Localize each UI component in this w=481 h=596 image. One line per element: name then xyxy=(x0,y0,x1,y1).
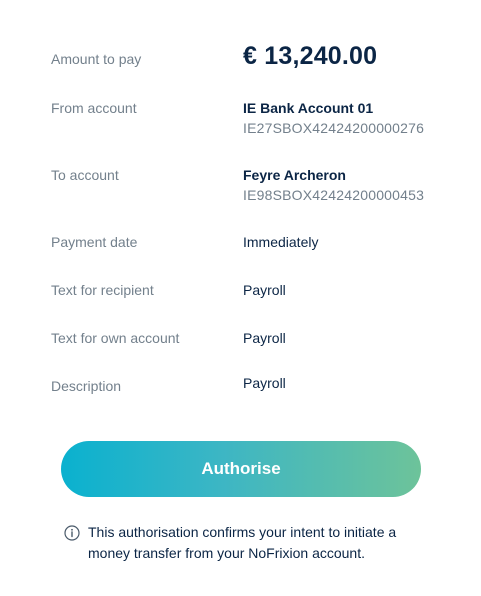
info-circle-icon xyxy=(64,525,80,541)
description-value: Payroll xyxy=(243,375,286,391)
text-for-recipient-label: Text for recipient xyxy=(51,282,154,298)
amount-label: Amount to pay xyxy=(51,51,142,67)
text-for-own-account-value: Payroll xyxy=(243,330,286,346)
from-account-iban: IE27SBOX42424200000276 xyxy=(243,120,425,136)
from-account-label: From account xyxy=(51,100,137,116)
authorisation-info-text: This authorisation confirms your intent … xyxy=(88,524,397,561)
to-account-label: To account xyxy=(51,167,119,183)
amount-value: € 13,240.00 xyxy=(243,42,378,70)
payment-date-value: Immediately xyxy=(243,234,319,250)
from-account-name: IE Bank Account 01 xyxy=(243,100,374,116)
to-account-iban: IE98SBOX42424200000453 xyxy=(243,187,425,203)
text-for-own-account-label: Text for own account xyxy=(51,330,180,346)
to-account-name: Feyre Archeron xyxy=(243,167,346,183)
description-label: Description xyxy=(51,378,122,394)
text-for-recipient-value: Payroll xyxy=(243,282,286,298)
payment-date-label: Payment date xyxy=(51,234,138,250)
authorise-button[interactable]: Authorise xyxy=(61,441,421,497)
